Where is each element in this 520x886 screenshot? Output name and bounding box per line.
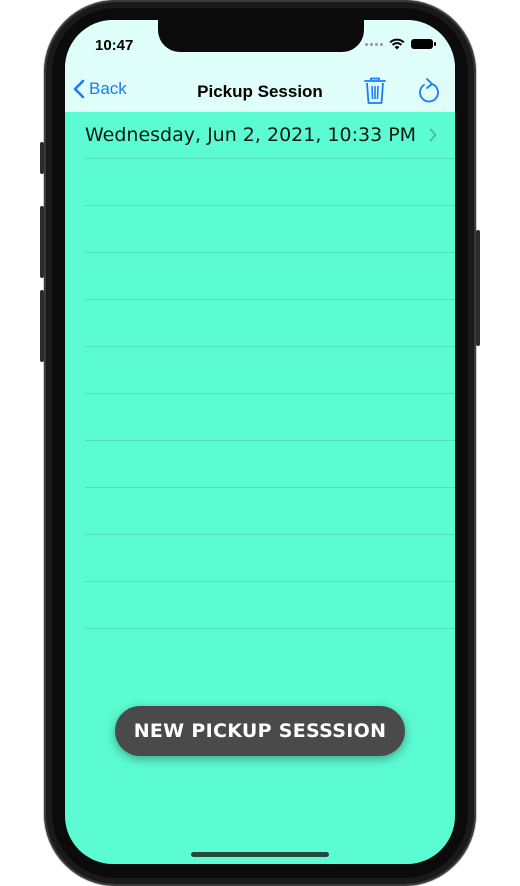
wifi-icon: [389, 38, 405, 50]
volume-up-button: [40, 206, 44, 278]
status-time: 10:47: [95, 37, 134, 54]
volume-down-button: [40, 290, 44, 362]
home-indicator[interactable]: [191, 852, 329, 857]
empty-row: [85, 159, 455, 206]
new-pickup-session-button[interactable]: NEW PICKUP SESSSION: [115, 706, 405, 756]
empty-row: [85, 394, 455, 441]
power-button: [476, 230, 480, 346]
refresh-button[interactable]: [415, 76, 441, 111]
empty-row: [85, 347, 455, 394]
empty-row: [85, 441, 455, 488]
status-icons: [365, 38, 436, 50]
page-title: Pickup Session: [197, 82, 323, 101]
mute-switch: [40, 142, 44, 174]
session-list: Wednesday, Jun 2, 2021, 10:33 PM: [65, 112, 455, 629]
navigation-bar: Back Pickup Session: [65, 72, 455, 112]
session-row[interactable]: Wednesday, Jun 2, 2021, 10:33 PM: [85, 112, 455, 159]
session-row-label: Wednesday, Jun 2, 2021, 10:33 PM: [85, 124, 417, 146]
top-bar: 10:47 Back Pickup Session: [65, 20, 455, 112]
delete-button[interactable]: [363, 76, 387, 111]
empty-row: [85, 582, 455, 629]
app-screen: 10:47 Back Pickup Session Wednesday, Jun…: [65, 20, 455, 864]
battery-icon: [411, 39, 436, 49]
cellular-signal-icon: [365, 42, 383, 46]
empty-row: [85, 300, 455, 347]
notch: [158, 20, 364, 52]
empty-row: [85, 253, 455, 300]
chevron-right-icon: [429, 128, 437, 142]
empty-row: [85, 535, 455, 582]
refresh-icon: [419, 78, 439, 103]
empty-row: [85, 488, 455, 535]
trash-icon: [364, 77, 386, 104]
empty-row: [85, 206, 455, 253]
